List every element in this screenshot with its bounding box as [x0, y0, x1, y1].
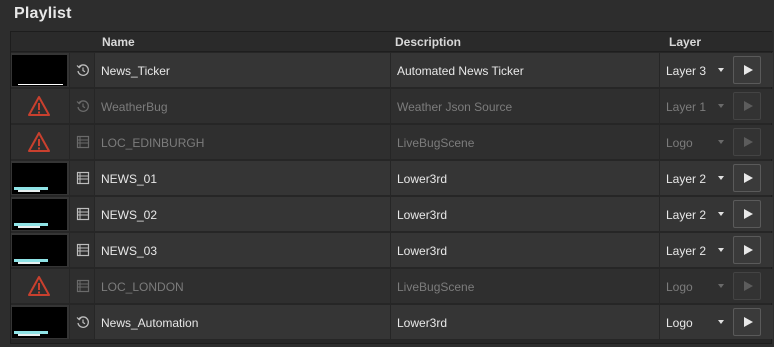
playlist-row[interactable]: LOC_LONDON LiveBugScene Logo — [11, 269, 773, 303]
play-button[interactable] — [733, 56, 761, 84]
list-icon — [76, 279, 90, 293]
row-description: LiveBugScene — [390, 125, 656, 159]
type-icon-cell — [69, 233, 95, 267]
row-description: Lower3rd — [390, 233, 656, 267]
row-description: Weather Json Source — [390, 89, 656, 123]
row-name: LOC_LONDON — [101, 280, 184, 294]
list-icon — [76, 243, 90, 257]
chevron-down-icon[interactable] — [718, 248, 724, 252]
row-name: LOC_EDINBURGH — [101, 136, 205, 150]
chevron-down-icon[interactable] — [718, 68, 724, 72]
type-icon-cell — [69, 161, 95, 195]
playlist-row[interactable]: LOC_EDINBURGH LiveBugScene Logo — [11, 125, 773, 159]
thumbnail-preview — [12, 235, 67, 266]
warning-icon — [28, 276, 50, 296]
column-header-name[interactable]: Name — [102, 35, 135, 49]
list-icon — [76, 135, 90, 149]
playlist-row[interactable]: News_Ticker Automated News Ticker Layer 3 — [11, 53, 773, 87]
row-name: NEWS_01 — [101, 172, 158, 186]
column-header-description[interactable]: Description — [395, 35, 461, 49]
playlist-row[interactable]: NEWS_01 Lower3rd Layer 2 — [11, 161, 773, 195]
history-icon — [76, 64, 89, 76]
play-button[interactable] — [733, 92, 761, 120]
row-name: NEWS_03 — [101, 244, 158, 258]
type-icon-cell — [69, 89, 95, 123]
history-icon — [76, 100, 89, 112]
row-description: Lower3rd — [390, 305, 656, 339]
play-button[interactable] — [733, 308, 761, 336]
type-icon-cell — [69, 305, 95, 339]
chevron-down-icon[interactable] — [718, 320, 724, 324]
row-description: LiveBugScene — [390, 269, 656, 303]
chevron-down-icon[interactable] — [718, 212, 724, 216]
play-button[interactable] — [733, 200, 761, 228]
thumbnail-preview — [12, 55, 67, 86]
play-button[interactable] — [733, 128, 761, 156]
chevron-down-icon[interactable] — [718, 140, 724, 144]
row-name: News_Ticker — [101, 64, 170, 78]
column-header-layer[interactable]: Layer — [669, 35, 701, 49]
row-description: Lower3rd — [390, 197, 656, 231]
chevron-down-icon[interactable] — [718, 176, 724, 180]
panel-title: Playlist — [14, 5, 72, 22]
list-icon — [76, 171, 90, 185]
playlist-row[interactable]: WeatherBug Weather Json Source Layer 1 — [11, 89, 773, 123]
history-icon — [76, 316, 89, 328]
chevron-down-icon[interactable] — [718, 104, 724, 108]
thumbnail-preview — [12, 199, 67, 230]
playlist-row[interactable]: NEWS_02 Lower3rd Layer 2 — [11, 197, 773, 231]
playlist-table: Name Description Layer News_Ticker Automa… — [10, 31, 773, 344]
list-icon — [76, 207, 90, 221]
play-button[interactable] — [733, 272, 761, 300]
warning-icon — [28, 132, 50, 152]
playlist-row[interactable]: News_Automation Lower3rd Logo — [11, 305, 773, 339]
type-icon-cell — [69, 197, 95, 231]
type-icon-cell — [69, 269, 95, 303]
playlist-row[interactable]: NEWS_03 Lower3rd Layer 2 — [11, 233, 773, 267]
type-icon-cell — [69, 125, 95, 159]
row-description: Lower3rd — [390, 161, 656, 195]
table-header: Name Description Layer — [11, 32, 773, 52]
warning-icon — [28, 96, 50, 116]
row-name: NEWS_02 — [101, 208, 158, 222]
play-button[interactable] — [733, 236, 761, 264]
thumbnail-preview — [12, 307, 67, 338]
play-button[interactable] — [733, 164, 761, 192]
row-name: WeatherBug — [101, 100, 168, 114]
row-description: Automated News Ticker — [390, 53, 656, 87]
chevron-down-icon[interactable] — [718, 284, 724, 288]
thumbnail-preview — [12, 163, 67, 194]
row-name: News_Automation — [101, 316, 199, 330]
type-icon-cell — [69, 53, 95, 87]
